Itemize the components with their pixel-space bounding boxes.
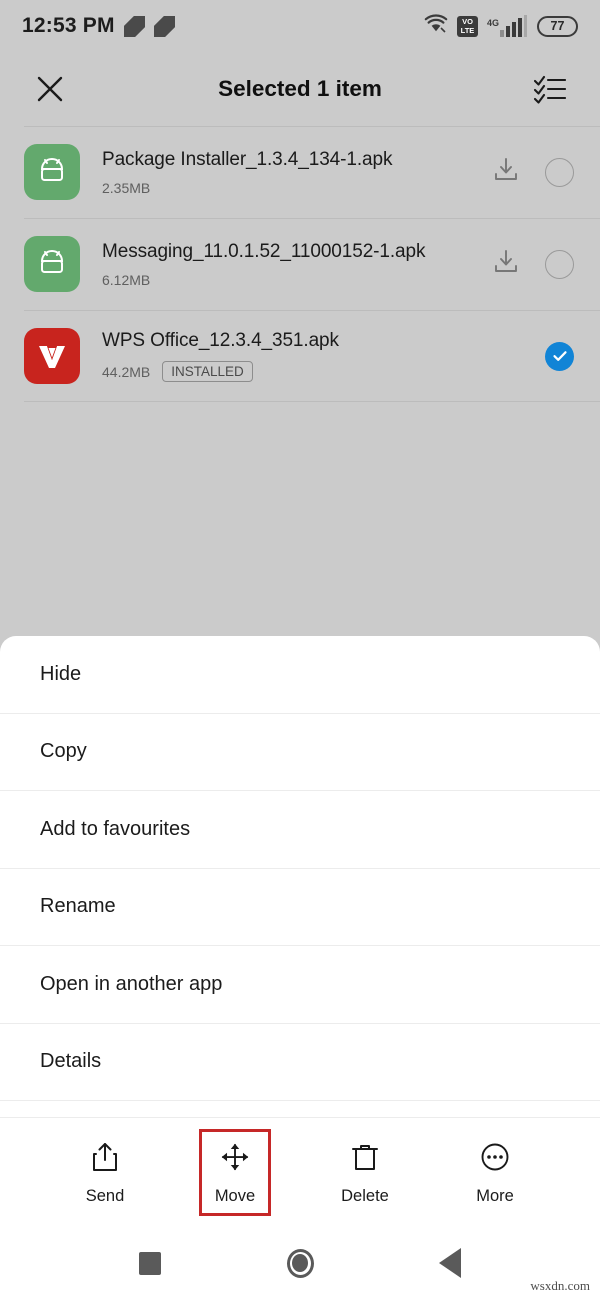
- download-install-icon[interactable]: [493, 249, 519, 280]
- file-info: WPS Office_12.3.4_351.apk 44.2MB INSTALL…: [102, 330, 545, 382]
- action-toolbar: Send Move Delete More: [0, 1117, 600, 1226]
- recents-square-icon: [139, 1251, 161, 1275]
- move-button[interactable]: Move: [199, 1128, 271, 1216]
- volte-icon: VO LTE: [456, 15, 478, 37]
- send-label: Send: [85, 1186, 125, 1205]
- file-meta: 44.2MB INSTALLED: [102, 361, 545, 382]
- select-all-checklist-icon[interactable]: [528, 67, 572, 111]
- file-name: Messaging_11.0.1.52_11000152-1.apk: [102, 240, 426, 262]
- delete-label: Delete: [341, 1186, 389, 1205]
- row-select-checkbox[interactable]: [545, 341, 574, 371]
- home-circle-icon: [286, 1248, 314, 1278]
- file-meta: 6.12MB: [102, 272, 493, 288]
- file-size: 44.2MB: [102, 363, 151, 380]
- status-bar: 12:53 PM VO LTE 4G 77: [0, 0, 600, 52]
- menu-item-hide[interactable]: Hide: [0, 636, 600, 714]
- close-icon[interactable]: [28, 67, 72, 111]
- row-actions: [545, 341, 574, 371]
- file-size: 2.35MB: [102, 179, 151, 196]
- status-bar-right: VO LTE 4G 77: [424, 14, 578, 39]
- move-arrows-icon: [220, 1141, 250, 1178]
- home-button[interactable]: [225, 1248, 375, 1278]
- file-name: WPS Office_12.3.4_351.apk: [102, 330, 339, 351]
- status-badge: INSTALLED: [162, 361, 253, 382]
- watermark: wsxdn.com: [530, 1278, 590, 1293]
- recents-button[interactable]: [75, 1251, 225, 1275]
- android-apk-icon: [24, 144, 80, 200]
- back-triangle-icon: [439, 1248, 461, 1278]
- table-row[interactable]: Package Installer_1.3.4_134-1.apk 2.35MB: [0, 126, 600, 218]
- delete-button[interactable]: Delete: [329, 1132, 401, 1213]
- menu-item-rename[interactable]: Rename: [0, 869, 600, 946]
- app-glyph-icon: [153, 15, 175, 37]
- table-row[interactable]: WPS Office_12.3.4_351.apk 44.2MB INSTALL…: [0, 310, 600, 402]
- file-name: Package Installer_1.3.4_134-1.apk: [102, 148, 393, 170]
- share-upload-icon: [90, 1141, 120, 1178]
- file-list: Package Installer_1.3.4_134-1.apk 2.35MB: [0, 126, 600, 402]
- page-title: Selected 1 item: [218, 76, 382, 101]
- app-glyph-icon: [123, 15, 145, 37]
- signal-bars-icon: 4G: [487, 15, 528, 37]
- menu-item-open-in-another-app[interactable]: Open in another app: [0, 946, 600, 1024]
- volte-bottom-text: LTE: [460, 26, 475, 35]
- row-select-checkbox[interactable]: [545, 249, 574, 279]
- file-size: 6.12MB: [102, 271, 151, 288]
- move-label: Move: [214, 1186, 256, 1205]
- wps-office-icon: [24, 328, 80, 384]
- file-meta: 2.35MB: [102, 180, 493, 196]
- download-install-icon[interactable]: [493, 157, 519, 188]
- more-dots-icon: [480, 1141, 510, 1178]
- file-info: Messaging_11.0.1.52_11000152-1.apk 6.12M…: [102, 241, 493, 288]
- trash-icon: [350, 1141, 380, 1178]
- back-button[interactable]: [375, 1248, 525, 1278]
- menu-item-copy[interactable]: Copy: [0, 714, 600, 791]
- status-time: 12:53 PM: [22, 14, 115, 37]
- phone-screen: 12:53 PM VO LTE 4G 77 Selected 1 item Pa…: [0, 0, 600, 1300]
- status-bar-left: 12:53 PM: [22, 14, 175, 38]
- android-navigation-bar: wsxdn.com: [0, 1226, 600, 1300]
- android-apk-icon: [24, 236, 80, 292]
- wifi-icon: [424, 14, 448, 39]
- table-row[interactable]: Messaging_11.0.1.52_11000152-1.apk 6.12M…: [0, 218, 600, 310]
- network-type-label: 4G: [486, 18, 499, 28]
- battery-indicator: 77: [537, 15, 578, 37]
- row-actions: [493, 249, 574, 280]
- menu-item-add-to-favourites[interactable]: Add to favourites: [0, 791, 600, 869]
- menu-item-details[interactable]: Details: [0, 1024, 600, 1101]
- row-actions: [493, 157, 574, 188]
- volte-top-text: VO: [462, 17, 473, 26]
- send-button[interactable]: Send: [69, 1132, 141, 1213]
- context-menu-sheet: Hide Copy Add to favourites Rename Open …: [0, 636, 600, 1117]
- row-select-checkbox[interactable]: [545, 157, 574, 187]
- file-info: Package Installer_1.3.4_134-1.apk 2.35MB: [102, 149, 493, 196]
- more-label: More: [476, 1186, 514, 1205]
- app-bar: Selected 1 item: [0, 52, 600, 126]
- more-button[interactable]: More: [459, 1132, 531, 1213]
